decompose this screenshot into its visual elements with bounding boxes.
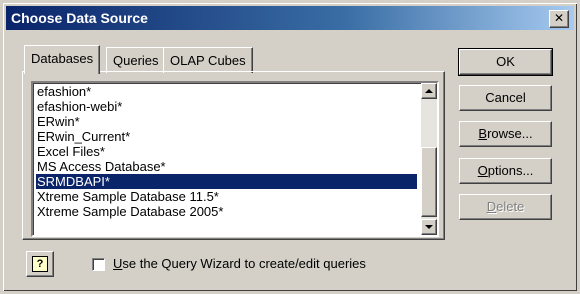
list-item[interactable]: MS Access Database* [36, 159, 417, 174]
options-button-label: ptions... [487, 163, 534, 178]
tab-olap-cubes[interactable]: OLAP Cubes [163, 47, 253, 73]
tab-olap-cubes-label: OLAP Cubes [170, 53, 246, 68]
tab-queries[interactable]: Queries [106, 47, 166, 73]
cancel-button-label: Cancel [485, 90, 526, 105]
list-item[interactable]: Xtreme Sample Database 11.5* [36, 189, 417, 204]
tab-queries-label: Queries [113, 53, 159, 68]
window-title: Choose Data Source [11, 10, 148, 26]
close-icon: ✕ [553, 11, 565, 25]
list-item-selected[interactable]: SRMDBAPI* [36, 174, 417, 189]
delete-button: Delete [459, 194, 552, 220]
data-source-list[interactable]: efashion* efashion-webi* ERwin* ERwin_Cu… [31, 81, 439, 237]
list-item[interactable]: ERwin_Current* [36, 129, 417, 144]
query-wizard-mnemonic: U [113, 256, 123, 271]
close-button[interactable]: ✕ [549, 10, 569, 28]
browse-button-label: rowse... [487, 126, 533, 141]
scroll-thumb[interactable] [421, 147, 437, 217]
ok-button[interactable]: OK [458, 48, 553, 76]
scroll-down-button[interactable] [421, 219, 437, 235]
options-button[interactable]: Options... [459, 158, 552, 184]
title-bar: Choose Data Source ✕ [6, 6, 574, 30]
help-button[interactable]: ? [26, 251, 54, 277]
options-mnemonic: O [477, 163, 488, 178]
query-wizard-label-text: se the Query Wizard to create/edit queri… [122, 256, 366, 271]
delete-mnemonic: D [486, 199, 497, 214]
cancel-button[interactable]: Cancel [459, 85, 552, 111]
list-item[interactable]: ERwin* [36, 114, 417, 129]
list-item[interactable]: efashion-webi* [36, 99, 417, 114]
arrow-down-icon [425, 225, 433, 229]
delete-button-label: elete [496, 199, 525, 214]
vertical-scrollbar[interactable] [421, 83, 437, 235]
tab-databases[interactable]: Databases [24, 45, 101, 74]
browse-mnemonic: B [478, 126, 488, 141]
tab-databases-label: Databases [31, 51, 94, 66]
query-wizard-label[interactable]: Use the Query Wizard to create/edit quer… [113, 256, 366, 271]
help-question-icon: ? [32, 256, 48, 272]
list-item[interactable]: Xtreme Sample Database 2005* [36, 204, 417, 219]
list-item[interactable]: efashion* [36, 84, 417, 99]
scroll-up-button[interactable] [421, 83, 437, 99]
arrow-up-icon [425, 89, 433, 93]
ok-button-label: OK [496, 54, 515, 69]
query-wizard-checkbox[interactable] [92, 258, 105, 271]
browse-button[interactable]: Browse... [459, 121, 552, 147]
list-item[interactable]: Excel Files* [36, 144, 417, 159]
